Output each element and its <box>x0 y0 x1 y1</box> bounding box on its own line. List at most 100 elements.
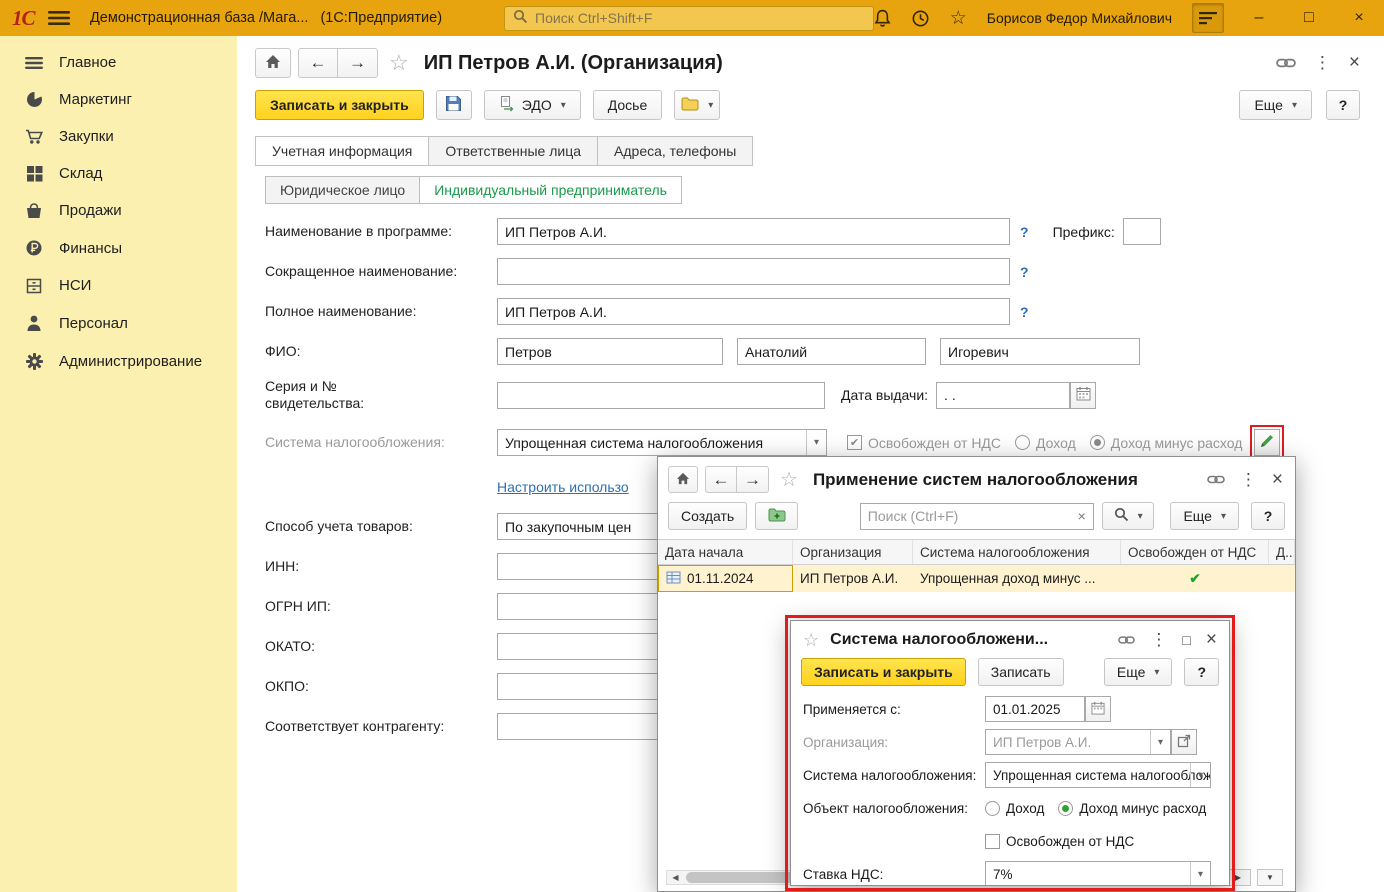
list-window-title: Применение систем налогообложения <box>813 470 1138 490</box>
sidebar-item-main[interactable]: Главное <box>0 44 237 81</box>
vat-exempt-checkbox[interactable] <box>985 834 1000 849</box>
create-group-button[interactable] <box>755 502 798 530</box>
service-menu-button[interactable] <box>1192 3 1224 33</box>
attached-files-button[interactable]: ▾ <box>674 90 720 120</box>
edit-tax-system-button[interactable] <box>1254 429 1280 456</box>
sidebar-item-purchases[interactable]: Закупки <box>0 118 237 155</box>
dossier-button[interactable]: Досье <box>593 90 663 120</box>
column-start-date[interactable]: Дата начала <box>658 540 793 564</box>
entity-individual-option[interactable]: Индивидуальный предприниматель <box>419 176 682 204</box>
window-close-icon[interactable]: × <box>1272 469 1283 491</box>
more-button[interactable]: Еще ▾ <box>1239 90 1312 120</box>
sidebar-item-finance[interactable]: Финансы <box>0 229 237 267</box>
window-close-icon[interactable]: × <box>1206 629 1217 651</box>
back-button[interactable]: ← <box>298 48 338 78</box>
clear-search-icon[interactable]: × <box>1078 508 1086 524</box>
window-maximize-icon[interactable]: □ <box>1182 632 1190 648</box>
column-tax-system[interactable]: Система налогообложения <box>913 540 1121 564</box>
income-minus-expense-label: Доход минус расход <box>1111 435 1243 451</box>
vat-rate-combo[interactable]: 7% ▾ <box>985 861 1211 886</box>
table-row[interactable]: 01.11.2024 ИП Петров А.И. Упрощенная дох… <box>658 565 1295 592</box>
tab-accounting-info[interactable]: Учетная информация <box>255 136 428 166</box>
help-button[interactable]: ? <box>1184 658 1219 686</box>
program-name-input[interactable]: ИП Петров А.И. <box>497 218 1010 245</box>
last-name-input[interactable]: Петров <box>497 338 723 365</box>
forward-button[interactable]: → <box>737 466 769 493</box>
create-button[interactable]: Создать <box>668 502 747 530</box>
back-button[interactable]: ← <box>705 466 737 493</box>
save-button[interactable] <box>436 90 472 120</box>
setup-tax-usage-link[interactable]: Настроить использо <box>497 479 629 495</box>
favorite-star-icon[interactable]: ☆ <box>389 50 409 76</box>
save-button[interactable]: Записать <box>978 658 1064 686</box>
save-and-close-button[interactable]: Записать и закрыть <box>801 658 966 686</box>
sidebar-item-warehouse[interactable]: Склад <box>0 155 237 192</box>
first-name-input[interactable]: Анатолий <box>737 338 926 365</box>
scroll-down-icon[interactable]: ▼ <box>1257 869 1283 886</box>
window-close-button[interactable]: × <box>1344 3 1374 33</box>
more-button[interactable]: Еще ▾ <box>1170 502 1239 530</box>
favorites-star-icon[interactable]: ☆ <box>950 7 967 30</box>
help-link[interactable]: ? <box>1020 264 1029 280</box>
full-name-input[interactable]: ИП Петров А.И. <box>497 298 1010 325</box>
edit-window-toolbar: Записать и закрыть Записать Еще ▾ ? <box>791 655 1229 696</box>
help-button[interactable]: ? <box>1326 90 1360 120</box>
history-icon[interactable] <box>911 9 930 28</box>
edit-row-applies-from: Применяется с: 01.01.2025 <box>803 696 1217 722</box>
calendar-button[interactable] <box>1070 382 1096 409</box>
prefix-input[interactable] <box>1123 218 1161 245</box>
more-vert-icon[interactable]: ⋮ <box>1240 470 1257 490</box>
chevron-down-icon: ▾ <box>1292 100 1297 111</box>
column-truncated[interactable]: Д... <box>1269 540 1295 564</box>
middle-name-input[interactable]: Игоревич <box>940 338 1140 365</box>
list-search-input[interactable]: Поиск (Ctrl+F) × <box>860 503 1094 530</box>
home-button[interactable] <box>255 48 291 78</box>
edo-button[interactable]: ЭДО ▾ <box>484 90 581 120</box>
more-vert-icon[interactable]: ⋮ <box>1150 630 1167 650</box>
vat-exempt-label: Освобожден от НДС <box>868 435 1001 451</box>
tax-system-combo[interactable]: Упрощенная система налогообложения ▾ <box>985 762 1211 788</box>
form-close-icon[interactable]: × <box>1349 52 1360 74</box>
applies-from-input[interactable]: 01.01.2025 <box>985 696 1085 722</box>
tab-responsible-persons[interactable]: Ответственные лица <box>428 136 597 166</box>
open-organization-button[interactable] <box>1171 729 1197 755</box>
scroll-left-icon[interactable]: ◀ <box>667 871 684 884</box>
help-button[interactable]: ? <box>1251 502 1285 530</box>
sidebar-item-nsi[interactable]: НСИ <box>0 267 237 304</box>
global-search-input[interactable]: Поиск Ctrl+Shift+F <box>504 6 874 31</box>
favorite-star-icon[interactable]: ☆ <box>780 467 798 492</box>
get-link-icon[interactable] <box>1118 635 1135 645</box>
search-options-button[interactable]: ▾ <box>1102 502 1155 530</box>
home-button[interactable] <box>668 466 698 493</box>
get-link-icon[interactable] <box>1276 57 1296 69</box>
income-minus-expense-radio[interactable] <box>1058 801 1073 816</box>
notifications-bell-icon[interactable] <box>874 9 891 28</box>
list-table-header: Дата начала Организация Система налогооб… <box>658 539 1295 565</box>
sidebar-item-sales[interactable]: Продажи <box>0 192 237 229</box>
favorite-star-icon[interactable]: ☆ <box>803 630 819 651</box>
entity-legal-option[interactable]: Юридическое лицо <box>265 176 419 204</box>
current-user-name[interactable]: Борисов Федор Михайлович <box>987 10 1172 26</box>
vat-exempt-checkbox: ✔ <box>847 435 862 450</box>
certificate-input[interactable] <box>497 382 825 409</box>
save-and-close-button[interactable]: Записать и закрыть <box>255 90 424 120</box>
help-link[interactable]: ? <box>1020 304 1029 320</box>
column-organization[interactable]: Организация <box>793 540 913 564</box>
more-button[interactable]: Еще ▾ <box>1104 658 1173 686</box>
issue-date-input[interactable]: . . <box>936 382 1070 409</box>
calendar-button[interactable] <box>1085 696 1111 722</box>
column-vat-exempt[interactable]: Освобожден от НДС <box>1121 540 1269 564</box>
sidebar-item-personnel[interactable]: Персонал <box>0 304 237 342</box>
sidebar-item-marketing[interactable]: Маркетинг <box>0 81 237 118</box>
sidebar-item-administration[interactable]: Администрирование <box>0 342 237 381</box>
help-link[interactable]: ? <box>1020 224 1029 240</box>
get-link-icon[interactable] <box>1207 474 1225 485</box>
window-minimize-button[interactable]: – <box>1244 3 1274 33</box>
short-name-input[interactable] <box>497 258 1010 285</box>
more-vert-icon[interactable]: ⋮ <box>1314 53 1331 73</box>
forward-button[interactable]: → <box>338 48 378 78</box>
tab-addresses-phones[interactable]: Адреса, телефоны <box>597 136 753 166</box>
main-menu-icon[interactable] <box>45 4 74 32</box>
window-maximize-button[interactable]: □ <box>1294 3 1324 33</box>
income-radio[interactable] <box>985 801 1000 816</box>
